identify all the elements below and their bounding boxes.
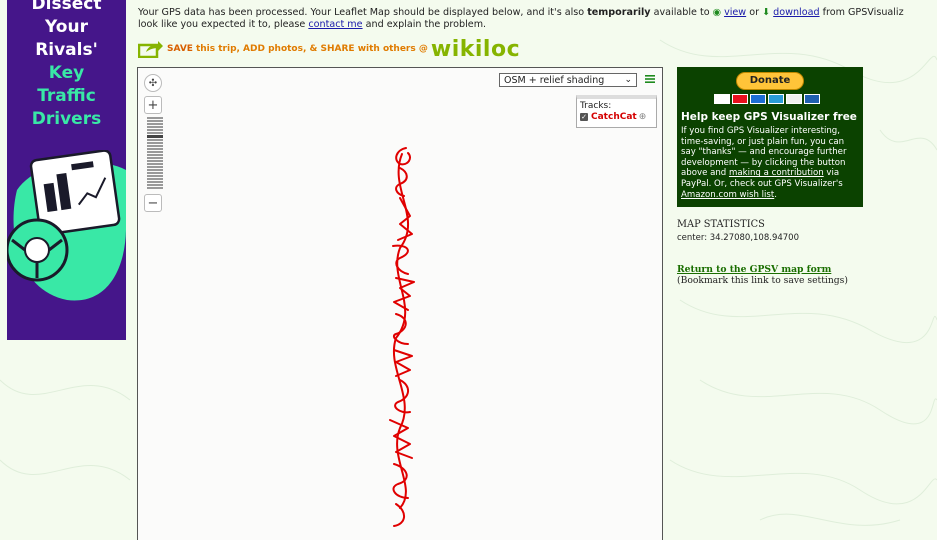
zoom-in-button[interactable]: + xyxy=(144,96,162,114)
mastercard-icon xyxy=(732,94,748,104)
ad-line: Drivers xyxy=(31,109,102,129)
intro-bold: temporarily xyxy=(587,7,651,18)
track-item[interactable]: ✓ CatchCat ⊕ xyxy=(580,112,653,122)
maestro-icon xyxy=(750,94,766,104)
return-section: Return to the GPSV map form (Bookmark th… xyxy=(677,264,848,286)
bank-icon xyxy=(804,94,820,104)
track-name: CatchCat xyxy=(591,112,637,122)
payment-cards xyxy=(714,94,820,104)
visa-icon xyxy=(714,94,730,104)
ad-line: Dissect xyxy=(31,0,102,14)
chevron-down-icon: ⌄ xyxy=(624,75,632,85)
eye-icon: ◉ xyxy=(712,7,725,18)
view-link[interactable]: view xyxy=(724,7,746,18)
menu-icon[interactable] xyxy=(644,73,656,85)
crosshair-icon[interactable]: ⊕ xyxy=(639,112,647,122)
donate-title: Help keep GPS Visualizer free xyxy=(681,111,857,123)
stats-center: center: 34.27080,108.94700 xyxy=(677,233,799,243)
donate-text: If you find GPS Visualizer interesting, … xyxy=(681,126,861,200)
ad-line: Your xyxy=(45,17,88,37)
discover-icon xyxy=(786,94,802,104)
contact-link[interactable]: contact me xyxy=(308,19,362,30)
amex-icon xyxy=(768,94,784,104)
share-icon xyxy=(138,41,163,58)
map-layer-value: OSM + relief shading xyxy=(504,74,605,86)
intro-text-3: from GPSVisualiz xyxy=(819,7,904,18)
donate-box: Donate Help keep GPS Visualizer free If … xyxy=(677,67,863,207)
donate-text-3: . xyxy=(774,189,777,200)
download-link[interactable]: download xyxy=(773,7,819,18)
donate-button[interactable]: Donate xyxy=(736,72,804,90)
contribution-link[interactable]: making a contribution xyxy=(729,168,824,178)
ad-line: Traffic xyxy=(37,86,96,106)
intro-text-2: available to xyxy=(650,7,713,18)
return-link[interactable]: Return to the GPSV map form xyxy=(677,264,831,275)
wikiloc-banner[interactable]: SAVE this trip, ADD photos, & SHARE with… xyxy=(138,36,521,62)
intro-text-5: and explain the problem. xyxy=(362,19,487,30)
wikiloc-text: this trip, ADD photos, & SHARE with othe… xyxy=(195,44,428,54)
tracks-legend: Tracks: ✓ CatchCat ⊕ xyxy=(576,95,657,128)
zoom-slider[interactable] xyxy=(144,117,166,189)
leaflet-map[interactable]: ✣ + − OSM + relief shading ⌄ Tracks: ✓ C… xyxy=(137,67,663,540)
wishlist-link[interactable]: Amazon.com wish list xyxy=(681,190,774,200)
tracks-label: Tracks: xyxy=(580,101,612,111)
locate-button[interactable]: ✣ xyxy=(144,74,162,92)
intro-text: Your GPS data has been processed. Your L… xyxy=(138,7,937,31)
map-layer-select[interactable]: OSM + relief shading ⌄ xyxy=(499,73,637,87)
gps-track xyxy=(389,147,415,527)
checkbox-icon[interactable]: ✓ xyxy=(580,113,588,121)
wikiloc-logo: wikiloc xyxy=(430,36,521,62)
zoom-control: ✣ + − xyxy=(144,74,166,212)
sidebar-ad[interactable]: Dissect Your Rivals' Key Traffic Drivers xyxy=(7,0,126,340)
stats-heading: MAP STATISTICS xyxy=(677,219,765,230)
download-icon: ⬇ xyxy=(762,7,774,18)
intro-or: or xyxy=(746,7,763,18)
zoom-out-button[interactable]: − xyxy=(144,194,162,212)
map-statistics: MAP STATISTICS center: 34.27080,108.9470… xyxy=(677,219,799,243)
intro-text-1: Your GPS data has been processed. Your L… xyxy=(138,7,588,18)
ad-illustration xyxy=(7,150,126,301)
intro-text-4: look like you expected it to, please xyxy=(138,19,309,30)
wikiloc-save: SAVE xyxy=(167,44,193,54)
return-note: (Bookmark this link to save settings) xyxy=(677,274,848,286)
ad-line: Key xyxy=(48,63,85,83)
ad-line: Rivals' xyxy=(35,40,98,60)
